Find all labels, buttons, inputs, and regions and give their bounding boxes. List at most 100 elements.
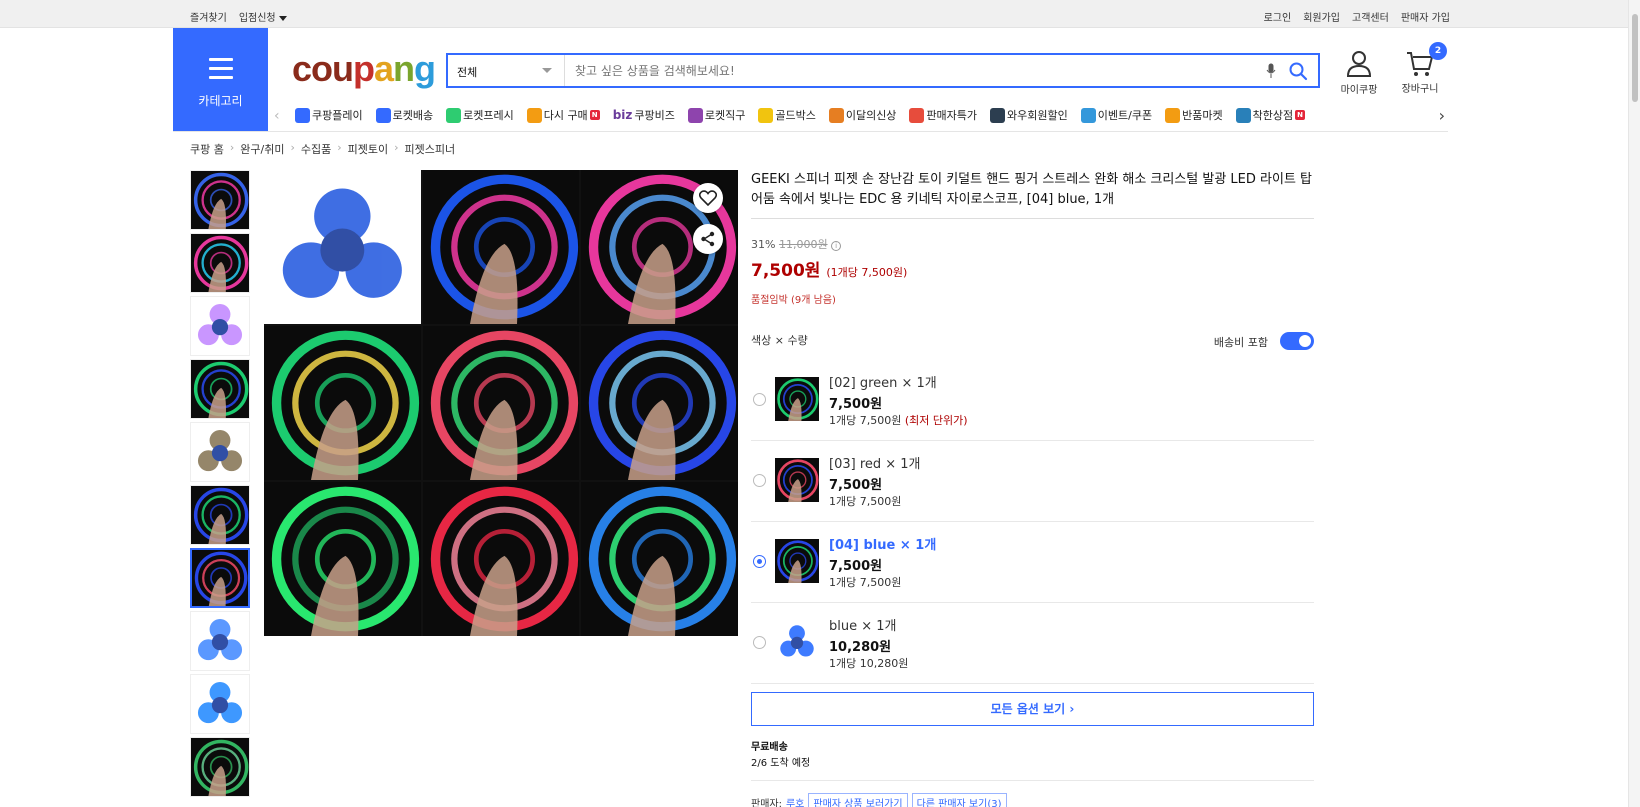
seller-name-link[interactable]: 루호	[786, 795, 804, 807]
nav-prev-icon[interactable]: ‹	[274, 108, 280, 124]
header-divider	[173, 131, 1448, 132]
nav-next-icon[interactable]: ›	[1439, 106, 1445, 125]
nav-item[interactable]: 이벤트/쿠폰	[1080, 107, 1152, 123]
microphone-icon[interactable]	[1266, 63, 1276, 79]
shipping-included-toggle[interactable]	[1280, 332, 1314, 350]
breadcrumb-item[interactable]: 완구/취미	[240, 141, 284, 157]
nav-item[interactable]: 판매자특가	[909, 107, 977, 123]
cart-count-badge: 2	[1429, 42, 1447, 60]
nav-item-label: 로켓프레시	[463, 109, 514, 122]
nav-item-label: 반품마켓	[1182, 109, 1223, 122]
nav-item[interactable]: 착한상점 N	[1235, 107, 1306, 123]
nav-item[interactable]: 반품마켓	[1165, 107, 1223, 123]
lowest-unit-price-label: (최저 단위가)	[904, 414, 968, 427]
product-thumbnail[interactable]	[190, 485, 250, 545]
product-thumbnail[interactable]	[190, 548, 250, 608]
biz-icon: biz	[612, 108, 633, 122]
option-radio[interactable]	[753, 474, 766, 487]
my-coupang-button[interactable]: 마이쿠팡	[1336, 50, 1382, 96]
shipping-title: 무료배송	[751, 742, 788, 753]
option-thumbnail	[775, 377, 819, 421]
share-button[interactable]	[693, 224, 723, 254]
breadcrumb-item[interactable]: 쿠팡 홈	[190, 141, 224, 157]
nav-item[interactable]: 쿠팡플레이	[295, 107, 363, 123]
nav-item[interactable]: biz 쿠팡비즈	[613, 107, 675, 123]
breadcrumb: 쿠팡 홈 › 완구/취미 › 수집품 › 피젯토이 › 피젯스피너	[190, 141, 455, 157]
login-link[interactable]: 로그인	[1264, 9, 1292, 24]
option-radio[interactable]	[753, 393, 766, 406]
new-badge: N	[1295, 110, 1306, 120]
seller-apply-link[interactable]: 입점신청	[239, 9, 287, 24]
option-price: 7,500원	[829, 559, 883, 574]
option-item[interactable]: [02] green × 1개 7,500원 1개당 7,500원 (최저 단위가)	[751, 360, 1314, 441]
breadcrumb-separator: ›	[337, 141, 342, 154]
nav-item[interactable]: 골드박스	[758, 107, 816, 123]
nav-item-label: 다시 구매	[543, 109, 588, 122]
store-icon	[1235, 107, 1251, 123]
nav-item[interactable]: 로켓직구	[687, 107, 745, 123]
search-category-select[interactable]: 전체	[448, 55, 565, 86]
service-nav: ‹ 쿠팡플레이 로켓배송 로켓프레시 다시 구매 Nbiz 쿠팡비즈 로켓직구 골드박스 이달의…	[268, 103, 1445, 131]
product-thumbnail[interactable]	[190, 359, 250, 419]
option-item[interactable]: blue × 1개 10,280원 1개당 10,280원	[751, 603, 1314, 684]
breadcrumb-item[interactable]: 피젯토이	[348, 141, 388, 157]
nav-item[interactable]: 로켓배송	[375, 107, 433, 123]
product-thumbnail[interactable]	[190, 170, 250, 230]
sale-icon	[909, 107, 925, 123]
coupang-logo[interactable]: coupang	[292, 48, 436, 90]
gallery-tile	[264, 326, 421, 480]
search-icon[interactable]	[1288, 61, 1308, 81]
customer-center-link[interactable]: 고객센터	[1352, 9, 1389, 24]
wishlist-button[interactable]	[693, 183, 723, 213]
gallery-tile	[422, 482, 580, 636]
option-price: 7,500원	[829, 478, 883, 493]
product-thumbnail[interactable]	[190, 233, 250, 293]
logo-part: p	[353, 48, 375, 89]
signup-link[interactable]: 회원가입	[1303, 9, 1340, 24]
play-icon	[295, 107, 310, 123]
info-icon[interactable]: i	[831, 241, 842, 251]
seller-products-button[interactable]: 판매자 상품 보러가기	[808, 793, 908, 807]
discount-rate: 31%	[751, 238, 776, 251]
rebuy-icon	[526, 107, 542, 123]
product-thumbnail[interactable]	[190, 611, 250, 671]
goldbox-icon	[758, 107, 774, 123]
product-main-image[interactable]	[264, 170, 738, 636]
seller-signup-link[interactable]: 판매자 가입	[1401, 9, 1450, 24]
nav-item-label: 이달의신상	[845, 109, 897, 122]
product-thumbnail[interactable]	[190, 674, 250, 734]
category-button[interactable]: 카테고리	[173, 28, 268, 131]
search-input[interactable]	[566, 55, 1206, 86]
option-item[interactable]: [03] red × 1개 7,500원 1개당 7,500원	[751, 441, 1314, 522]
logo-part: a	[374, 48, 394, 89]
page-scrollbar[interactable]	[1628, 0, 1640, 807]
option-radio[interactable]	[753, 636, 766, 649]
product-thumbnail[interactable]	[190, 296, 250, 356]
nav-item[interactable]: 다시 구매 N	[526, 107, 600, 123]
nav-item[interactable]: 이달의신상	[828, 107, 897, 123]
cart-button[interactable]: 2 장바구니	[1397, 42, 1447, 95]
other-sellers-button[interactable]: 다른 판매자 보기(3)	[911, 793, 1007, 807]
all-options-button[interactable]: 모든 옵션 보기 ›	[751, 692, 1314, 726]
product-thumbnail[interactable]	[190, 737, 250, 797]
option-unit-price-text: 1개당 10,280원	[829, 657, 909, 670]
seller-apply-label: 입점신청	[238, 13, 276, 24]
option-item[interactable]: [04] blue × 1개 7,500원 1개당 7,500원	[751, 522, 1314, 603]
option-radio[interactable]	[753, 555, 766, 568]
breadcrumb-item[interactable]: 피젯스피너	[405, 141, 456, 157]
dropdown-arrow-icon	[542, 68, 552, 73]
option-unit-price: 1개당 7,500원	[829, 574, 901, 590]
product-thumbnail[interactable]	[190, 422, 250, 482]
bookmark-link[interactable]: 즐겨찾기	[190, 9, 227, 24]
breadcrumb-item[interactable]: 수집품	[301, 141, 331, 157]
option-name: [03] red × 1개	[829, 457, 921, 472]
nav-item-label: 골드박스	[775, 109, 816, 122]
option-unit-price-text: 1개당 7,500원	[829, 576, 902, 589]
rocket-fresh-icon	[446, 107, 462, 123]
nav-item[interactable]: 로켓프레시	[446, 107, 514, 123]
nav-item-label: 쿠팡비즈	[634, 109, 675, 122]
hamburger-icon	[209, 58, 233, 85]
nav-item[interactable]: 와우회원할인	[990, 107, 1068, 123]
option-unit-price-text: 1개당 7,500원	[829, 414, 902, 427]
option-list: [02] green × 1개 7,500원 1개당 7,500원 (최저 단위가)…	[751, 360, 1314, 684]
